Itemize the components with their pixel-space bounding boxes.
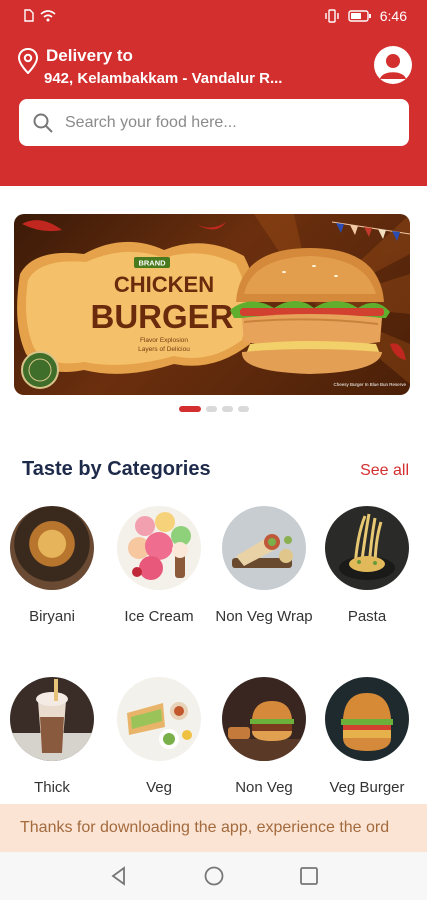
location-pin-icon	[18, 48, 38, 74]
category-label: Non Veg	[235, 779, 293, 796]
profile-avatar-button[interactable]	[374, 46, 412, 84]
user-icon	[380, 54, 406, 79]
wifi-icon	[40, 9, 56, 21]
thick-shake-image	[10, 677, 94, 761]
search-bar[interactable]	[19, 99, 409, 146]
category-non-veg-wrap[interactable]: Non Veg Wrap	[212, 506, 316, 629]
delivery-label[interactable]: Delivery to	[46, 46, 133, 66]
wrap-image	[222, 506, 306, 590]
banner-title-line1: CHICKEN	[114, 272, 214, 297]
category-label: Biryani	[29, 608, 75, 625]
system-nav-bar	[0, 852, 427, 900]
status-bar: 6:46	[0, 0, 427, 34]
search-icon	[33, 113, 53, 133]
category-label: Veg Burger	[329, 779, 405, 796]
app-header: Delivery to 942, Kelambakkam - Vandalur …	[0, 34, 427, 186]
category-label: Ice Cream	[124, 608, 194, 625]
carousel-dot-4[interactable]	[237, 406, 249, 412]
category-veg[interactable]: Veg	[107, 677, 211, 800]
delivery-address[interactable]: 942, Kelambakkam - Vandalur R...	[44, 70, 282, 87]
home-icon[interactable]	[203, 865, 225, 887]
banner-brand-tag: BRAND	[138, 259, 166, 268]
promo-banner[interactable]: BRAND CHICKEN BURGER Flavor Explosion La…	[14, 214, 410, 395]
carousel-dot-3[interactable]	[221, 406, 233, 412]
veg-image	[117, 677, 201, 761]
non-veg-burger-image	[222, 677, 306, 761]
see-all-link[interactable]: See all	[360, 462, 409, 480]
category-label: Thick	[34, 779, 70, 796]
category-pasta[interactable]: Pasta	[315, 506, 419, 629]
pasta-image	[325, 506, 409, 590]
banner-tagline1: Flavor Explosion	[140, 337, 188, 344]
category-veg-burger[interactable]: Veg Burger	[315, 677, 419, 800]
category-thick[interactable]: Thick	[0, 677, 104, 800]
banner-tagline2: Layers of Deliciou	[138, 346, 190, 353]
battery-icon	[348, 10, 371, 22]
ice-cream-image	[117, 506, 201, 590]
carousel-dot-2[interactable]	[205, 406, 217, 412]
category-label: Veg	[146, 779, 172, 796]
category-biryani[interactable]: Biryani	[0, 506, 104, 629]
category-label: Pasta	[347, 608, 387, 625]
categories-title: Taste by Categories	[22, 458, 211, 480]
back-icon[interactable]	[108, 865, 130, 887]
banner-title-line2: BURGER	[90, 298, 233, 335]
toast-message: Thanks for downloading the app, experien…	[20, 819, 390, 836]
burger-image	[230, 248, 390, 374]
banner-caption: Cheesy Burger In Blue Bun Reserve	[333, 382, 406, 387]
veg-burger-image	[325, 677, 409, 761]
category-ice-cream[interactable]: Ice Cream	[107, 506, 211, 629]
carousel-indicator	[0, 406, 427, 412]
sim-icon	[24, 9, 34, 22]
vibrate-icon	[325, 9, 339, 23]
seal-logo	[21, 351, 59, 389]
carousel-dot-1[interactable]	[178, 406, 201, 412]
recents-icon[interactable]	[298, 865, 320, 887]
biryani-image	[10, 506, 94, 590]
category-non-veg[interactable]: Non Veg	[212, 677, 316, 800]
search-input[interactable]	[65, 113, 385, 132]
category-label: Non Veg Wrap	[215, 608, 313, 625]
welcome-toast: Thanks for downloading the app, experien…	[0, 804, 427, 852]
clock: 6:46	[379, 8, 407, 24]
burger-banner-image: BRAND CHICKEN BURGER Flavor Explosion La…	[17, 214, 410, 389]
